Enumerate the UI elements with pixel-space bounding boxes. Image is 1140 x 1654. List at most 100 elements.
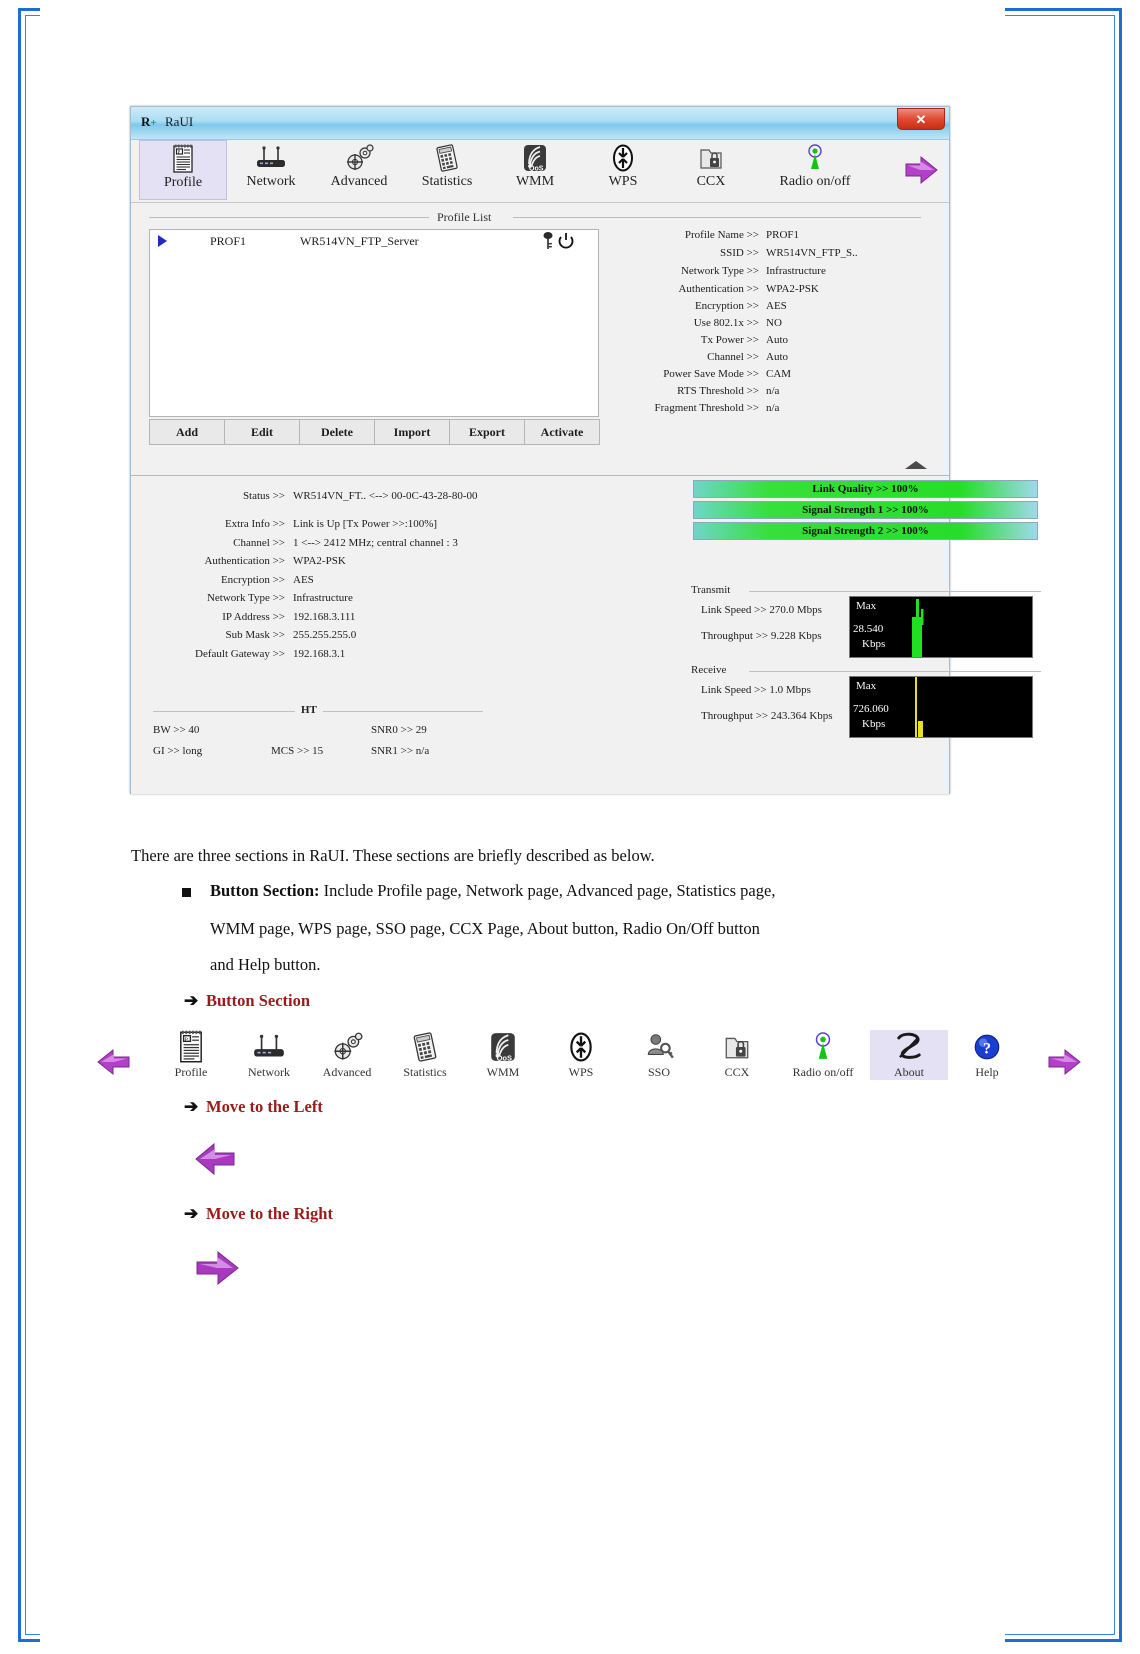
strip-label: WPS [568,1065,594,1079]
ht-row-1: BW >> 40 SNR0 >> 29 [153,724,493,736]
strip-move-right[interactable] [1026,1045,1104,1080]
tab-wmm-label: WMM [515,174,555,189]
tab-network-label: Network [246,174,296,189]
detail-label: SSID >> [720,247,759,259]
strip-label: WMM [486,1065,520,1079]
detail-value: n/a [766,385,780,397]
tab-advanced[interactable]: Advanced [315,140,403,200]
strip-sso[interactable]: SSO [620,1030,698,1080]
strip-profile[interactable]: P Profile [152,1030,230,1080]
status-row-ip-address: IP Address >> 192.168.3.111 [147,611,507,623]
strip-label: About [894,1065,924,1079]
status-row-default-gateway: Default Gateway >> 192.168.3.1 [147,648,507,660]
ht-snr1: SNR1 >> n/a [371,745,430,757]
strip-label: CCX [724,1065,750,1079]
strip-label: Advanced [322,1065,372,1079]
profile-icon: P [176,1030,206,1064]
signal-bars: Link Quality >> 100% Signal Strength 1 >… [693,480,1038,543]
strip-radio-onoff[interactable]: Radio on/off [776,1030,870,1080]
move-right-arrow-icon-large[interactable] [192,1246,244,1290]
radio-onoff-icon [809,1030,837,1064]
tab-profile[interactable]: P Profile [139,140,227,200]
tab-network[interactable]: Network [227,140,315,200]
profile-group-line-right [513,217,921,218]
status-value: Infrastructure [293,592,353,604]
strip-statistics[interactable]: Statistics [386,1030,464,1080]
strip-label: Profile [174,1065,208,1079]
strip-ccx[interactable]: CCX [698,1030,776,1080]
arrow-glyph-button-section: ➔ [184,991,199,1010]
status-label: Sub Mask >> [225,629,285,641]
tab-wps[interactable]: WPS [579,140,667,200]
activate-button[interactable]: Activate [524,419,600,445]
edit-button[interactable]: Edit [224,419,300,445]
tab-statistics-label: Statistics [421,174,473,189]
status-detail-list: Status >> WR514VN_FT.. <--> 00-0C-43-28-8… [147,490,507,666]
bullet-section-line3: and Help button. [210,955,321,974]
status-value: 255.255.255.0 [293,629,357,641]
ht-blank [271,724,371,736]
status-value: AES [293,573,314,586]
advanced-icon [329,1030,365,1064]
strip-help[interactable]: ? Help [948,1030,1026,1080]
network-icon [251,1030,287,1064]
raui-logo-icon: R+ [141,114,157,129]
heading-move-left: Move to the Left [206,1097,323,1116]
move-left-arrow-icon-large[interactable] [190,1138,238,1180]
wps-icon [566,1030,596,1064]
delete-button[interactable]: Delete [299,419,375,445]
link-icon [558,231,574,251]
profile-list[interactable]: PROF1 WR514VN_FTP_Server [149,229,599,417]
strip-label: Help [975,1065,999,1079]
import-button[interactable]: Import [374,419,450,445]
svg-text:P: P [178,151,181,156]
tab-radio-onoff[interactable]: Radio on/off [755,140,875,200]
ht-caption: HT [295,704,323,716]
heading-button-section: Button Section [206,991,311,1010]
strip-about[interactable]: About [870,1030,948,1080]
tab-statistics[interactable]: Statistics [403,140,491,200]
ht-mcs: MCS >> 15 [271,745,324,757]
strip-advanced[interactable]: Advanced [308,1030,386,1080]
detail-label: RTS Threshold >> [677,385,759,397]
status-label: Authentication >> [204,555,285,567]
status-label: Network Type >> [206,592,285,604]
table-row[interactable]: PROF1 WR514VN_FTP_Server [150,230,598,254]
detail-value: Infrastructure [766,265,826,277]
main-toolbar: P Profile Network Advanced Statistics Qo… [131,140,949,203]
strip-network[interactable]: Network [230,1030,308,1080]
strip-label: Network [248,1065,290,1079]
status-row-encryption: Encryption >> AES [147,574,507,586]
status-value: Link is Up [Tx Power >>:100%] [293,518,438,530]
strip-wps[interactable]: WPS [542,1030,620,1080]
detail-value: WR514VN_FTP_S.. [766,247,858,259]
profile-section: Profile List PROF1 WR514VN_FTP_Server Ad… [131,203,949,476]
profile-list-title: Profile List [431,210,498,225]
tab-wmm[interactable]: QoS WMM [491,140,579,200]
detail-value: NO [766,317,782,329]
arrow-glyph-move-left: ➔ [184,1097,199,1116]
statistics-icon [432,143,462,173]
status-label: IP Address >> [222,610,285,623]
strip-move-left[interactable] [74,1045,152,1080]
window-title: RaUI [165,114,194,129]
tab-ccx[interactable]: CCX [667,140,755,200]
radio-onoff-icon [802,143,828,173]
collapse-chevron-icon[interactable] [905,461,927,469]
statistics-icon [409,1030,441,1064]
add-button[interactable]: Add [149,419,225,445]
move-left-arrow-icon [93,1045,133,1079]
status-row-authentication: Authentication >> WPA2-PSK [147,555,507,567]
ht-gi: GI >> long [153,745,203,757]
link-quality-bar: Link Quality >> 100% [693,480,1038,498]
detail-use-8021x: Use 802.1x >> NO [607,317,937,329]
tab-profile-label: Profile [163,175,203,190]
move-right-arrow-icon[interactable] [903,154,943,186]
detail-value: Auto [766,334,788,346]
transmit-graph: Max 28.540 Kbps [849,596,1033,658]
export-button[interactable]: Export [449,419,525,445]
ccx-icon [722,1030,752,1064]
strip-wmm[interactable]: QoS WMM [464,1030,542,1080]
window-title-bar: R+ RaUI ✕ [131,107,949,140]
close-icon[interactable]: ✕ [897,108,945,130]
